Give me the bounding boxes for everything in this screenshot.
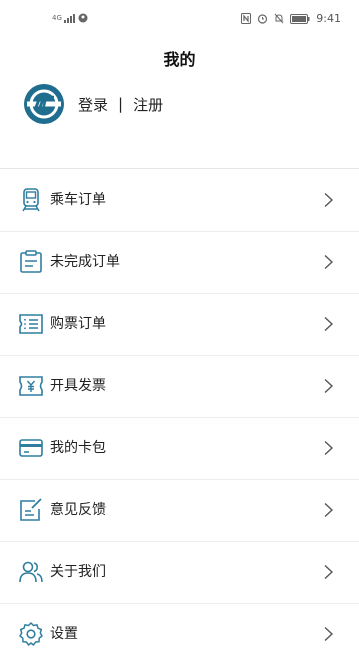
chevron-right-icon — [324, 378, 334, 394]
profile-section: 登录 | 注册 — [24, 84, 163, 124]
battery-icon — [290, 13, 310, 24]
mute-icon — [274, 13, 284, 24]
chevron-right-icon — [324, 440, 334, 456]
users-icon — [19, 561, 43, 583]
status-bar: 4G 9:41 — [0, 0, 359, 38]
status-left: 4G — [52, 13, 88, 23]
card-wallet-icon — [19, 439, 43, 457]
menu-item-ride-orders[interactable]: 乘车订单 — [0, 170, 359, 232]
auth-links: 登录 | 注册 — [78, 94, 163, 115]
invoice-yen-icon — [19, 376, 43, 396]
menu-item-settings[interactable]: 设置 — [0, 604, 359, 665]
menu-item-about-us[interactable]: 关于我们 — [0, 542, 359, 604]
nfc-icon — [241, 13, 252, 24]
chevron-right-icon — [324, 564, 334, 580]
menu-item-label: 未完成订单 — [50, 254, 120, 270]
network-type: 4G — [52, 13, 62, 22]
chevron-right-icon — [324, 254, 334, 270]
chevron-right-icon — [324, 316, 334, 332]
menu-item-label: 购票订单 — [50, 316, 106, 332]
menu-item-label: 开具发票 — [50, 378, 106, 394]
menu-item-card-wallet[interactable]: 我的卡包 — [0, 418, 359, 480]
train-icon — [22, 188, 40, 212]
chevron-right-icon — [324, 502, 334, 518]
section-divider — [0, 168, 359, 169]
menu-list: 乘车订单 未完成订单 购票订单 开具发票 我的卡包 意见反馈 关于我们 设置 — [0, 170, 359, 665]
clock: 9:41 — [316, 12, 341, 25]
menu-item-unfinished-orders[interactable]: 未完成订单 — [0, 232, 359, 294]
clipboard-icon — [20, 250, 42, 273]
menu-item-feedback[interactable]: 意见反馈 — [0, 480, 359, 542]
app-logo-avatar[interactable] — [24, 84, 64, 124]
status-right: 9:41 — [241, 12, 341, 25]
page-title: 我的 — [163, 50, 196, 69]
gear-icon — [19, 622, 43, 646]
register-link[interactable]: 注册 — [133, 94, 163, 115]
menu-item-label: 关于我们 — [50, 564, 106, 580]
chevron-right-icon — [324, 626, 334, 642]
menu-item-label: 乘车订单 — [50, 192, 106, 208]
signal-icon — [63, 13, 75, 23]
login-link[interactable]: 登录 — [78, 94, 108, 115]
menu-item-ticket-orders[interactable]: 购票订单 — [0, 294, 359, 356]
feedback-edit-icon — [20, 498, 42, 521]
menu-item-label: 我的卡包 — [50, 440, 106, 456]
menu-item-label: 意见反馈 — [50, 502, 106, 518]
alarm-icon — [258, 14, 268, 24]
chevron-right-icon — [324, 192, 334, 208]
ticket-list-icon — [19, 314, 43, 334]
menu-item-label: 设置 — [50, 626, 78, 642]
location-icon — [78, 13, 88, 23]
auth-separator: | — [118, 95, 124, 113]
menu-item-invoice[interactable]: 开具发票 — [0, 356, 359, 418]
